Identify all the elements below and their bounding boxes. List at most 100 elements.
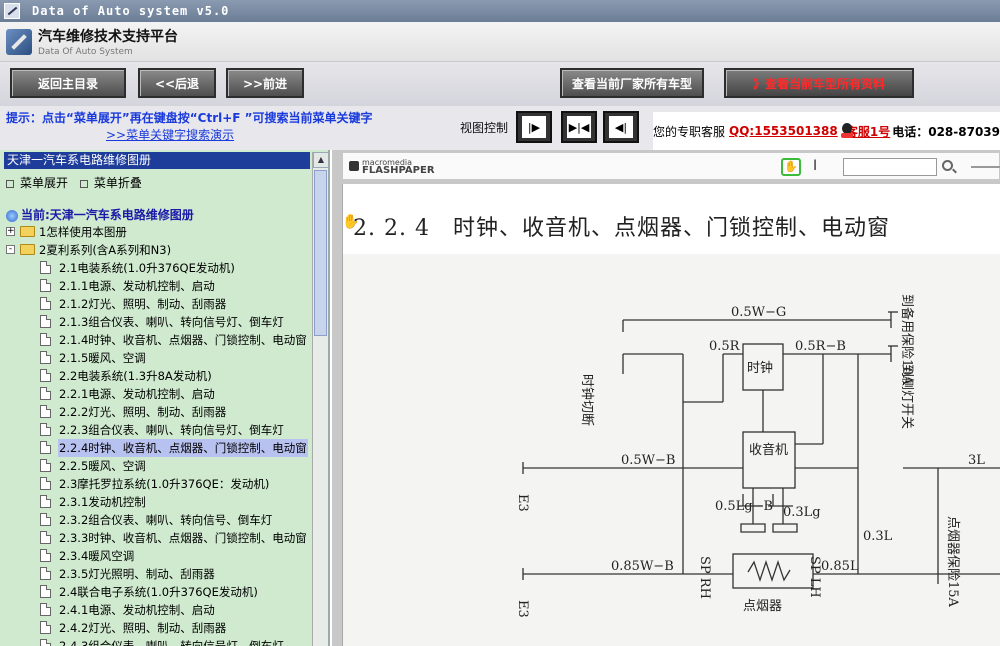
clock-switch-label: 时钟切断 <box>579 374 595 426</box>
tree-doc-item[interactable]: 2.4.1电源、发动机控制、启动 <box>6 601 312 619</box>
scroll-up-icon[interactable]: ▲ <box>313 152 328 168</box>
tree-doc-item[interactable]: 2.1.4时钟、收音机、点烟器、门锁控制、电动窗 <box>6 331 312 349</box>
tree-item-label: 2.1.3组合仪表、喇叭、转向信号灯、倒车灯 <box>59 315 284 329</box>
search-icon[interactable] <box>942 160 953 171</box>
document-page: 2. 2. 4 时钟、收音机、点烟器、门锁控制、电动窗 0.5W−G 0.5R … <box>342 184 1000 646</box>
ground-e3-b: E3 <box>515 600 530 618</box>
tree-doc-item[interactable]: 2.2.4时钟、收音机、点烟器、门锁控制、电动窗 <box>6 439 312 457</box>
document-icon <box>40 477 51 490</box>
tree-doc-item[interactable]: 2.3.5灯光照明、制动、刮雨器 <box>6 565 312 583</box>
forward-button[interactable]: >>前进 <box>226 68 304 98</box>
service-label: 您的专职客服 <box>653 124 726 139</box>
wrench-logo-icon <box>6 28 32 55</box>
tree-item-label: 2.2.5暖风、空调 <box>59 459 146 473</box>
wire-label-w3: 0.5R−B <box>795 339 846 354</box>
tree-folder-item[interactable]: +1怎样使用本图册 <box>6 223 312 241</box>
document-icon <box>40 585 51 598</box>
document-icon <box>40 351 51 364</box>
current-location: 当前:天津一汽车系电路维修图册 <box>6 206 194 223</box>
document-icon <box>40 603 51 616</box>
window-title: Data of Auto system v5.0 <box>32 4 230 18</box>
app-title: 汽车维修技术支持平台 <box>38 29 178 45</box>
folder-icon <box>20 226 35 237</box>
split-arrows-icon: ▶|◀ <box>567 116 591 138</box>
tree-item-label: 2.3.4暖风空调 <box>59 549 135 563</box>
back-button[interactable]: <<后退 <box>138 68 216 98</box>
wire-label-w2: 0.5R <box>709 339 741 354</box>
tree-doc-item[interactable]: 2.1.2灯光、照明、制动、刮雨器 <box>6 295 312 313</box>
expand-box-icon <box>6 179 14 188</box>
folder-icon <box>20 244 35 255</box>
wire-label-w5: 0.85W−B <box>611 559 674 574</box>
logo-bottom-text: FLASHPAPER <box>362 165 435 176</box>
document-icon <box>40 567 51 580</box>
menu-collapse-button[interactable]: 菜单折叠 <box>79 176 142 190</box>
tree-doc-item[interactable]: 2.4.3组合仪表、喇叭、转向信号灯、倒车灯 <box>6 637 312 646</box>
menu-expand-label: 菜单展开 <box>20 176 69 190</box>
tree-doc-item[interactable]: 2.2.5暖风、空调 <box>6 457 312 475</box>
search-hint: 提示：点击“菜单展开”再在键盘按“Ctrl+F ”可搜索当前菜单关键字 <box>6 111 373 125</box>
ground-e3-a: E3 <box>515 494 530 512</box>
wire-label-w1: 0.5W−G <box>731 305 786 320</box>
tree-doc-item[interactable]: 2.3.2组合仪表、喇叭、转向信号、倒车灯 <box>6 511 312 529</box>
tree-folder-item[interactable]: - 2夏利系列(含A系列和N3) <box>6 241 312 259</box>
tree-doc-item[interactable]: 2.3.3时钟、收音机、点烟器、门锁控制、电动窗 <box>6 529 312 547</box>
wiring-diagram-svg: 0.5W−G 0.5R 0.5R−B 0.5W−B 0.85W−B 0.85L … <box>515 294 1000 618</box>
catalog-tree: +1怎样使用本图册 - 2夏利系列(含A系列和N3) 2.1电装系统(1.0升376Q… <box>6 223 312 646</box>
tree-expand-icon[interactable]: + <box>6 227 15 236</box>
find-input[interactable] <box>843 158 937 176</box>
wire-label-w7: 0.3L <box>863 529 893 544</box>
tree-item-label: 2.4联合电子系统(1.0升376QE发动机) <box>59 585 258 599</box>
scrollbar-thumb[interactable] <box>314 170 327 336</box>
sidebar-scrollbar[interactable]: ▲ <box>312 152 328 646</box>
tree-item-label: 2.1.1电源、发动机控制、启动 <box>59 279 215 293</box>
tree-item-label: 2.3.2组合仪表、喇叭、转向信号、倒车灯 <box>59 513 273 527</box>
qq-penguin-icon[interactable] <box>839 122 854 140</box>
text-select-icon[interactable]: I <box>813 158 817 174</box>
tree-doc-item[interactable]: 2.2.2灯光、照明、制动、刮雨器 <box>6 403 312 421</box>
tree-doc-item[interactable]: 2.4联合电子系统(1.0升376QE发动机) <box>6 583 312 601</box>
tree-doc-item[interactable]: 2.2.1电源、发动机控制、启动 <box>6 385 312 403</box>
tree-doc-item[interactable]: 2.2.3组合仪表、喇叭、转向信号灯、倒车灯 <box>6 421 312 439</box>
document-icon <box>40 315 51 328</box>
search-demo-link[interactable]: >>菜单关键字搜索演示 <box>106 126 234 143</box>
all-models-button[interactable]: 查看当前厂家所有车型 <box>560 68 704 98</box>
view-split-button[interactable]: ▶|◀ <box>561 111 597 143</box>
wire-label-w6: 0.85L <box>821 559 859 574</box>
tree-doc-item[interactable]: 2.2电装系统(1.3升8A发动机) <box>6 367 312 385</box>
document-icon <box>40 621 51 634</box>
tree-item-label: 2.2.2灯光、照明、制动、刮雨器 <box>59 405 227 419</box>
hand-tool-icon[interactable]: ✋ <box>781 158 801 176</box>
sidebar-title: 天津一汽车系电路维修图册 <box>4 152 310 169</box>
tree-doc-item[interactable]: 2.3.1发动机控制 <box>6 493 312 511</box>
view-control-label: 视图控制 <box>460 121 509 135</box>
tree-item-label: 2.3.1发动机控制 <box>59 495 146 509</box>
tree-doc-item[interactable]: 2.4.2灯光、照明、制动、刮雨器 <box>6 619 312 637</box>
customer-service-bar: 您的专职客服 QQ:1553501388 客服1号 电话：028-87039 <box>653 112 1000 150</box>
view-expand-right-button[interactable]: |▶ <box>516 111 552 143</box>
tree-item-label: 2.2.4时钟、收音机、点烟器、门锁控制、电动窗 <box>58 439 308 457</box>
document-viewer: macromedia FLASHPAPER ✋ I 2. 2. 4 时钟、收音机、… <box>332 150 1000 646</box>
document-icon <box>40 369 51 382</box>
qq-link[interactable]: QQ:1553501388 <box>729 124 838 138</box>
all-data-button[interactable]: 》查看当前车型所有资料 <box>724 68 914 98</box>
menu-collapse-label: 菜单折叠 <box>93 176 142 190</box>
service-phone: 电话：028-87039 <box>892 124 1000 139</box>
document-icon <box>40 549 51 562</box>
tree-doc-item[interactable]: 2.3摩托罗拉系统(1.0升376QE：发动机) <box>6 475 312 493</box>
app-icon <box>4 3 20 19</box>
tree-item-label: 2.1.2灯光、照明、制动、刮雨器 <box>59 297 227 311</box>
tree-doc-item[interactable]: 2.3.4暖风空调 <box>6 547 312 565</box>
tree-collapse-icon[interactable]: - <box>6 245 15 254</box>
menu-expand-button[interactable]: 菜单展开 <box>6 176 68 190</box>
tree-item-label: 2夏利系列(含A系列和N3) <box>39 243 172 257</box>
zoom-slider[interactable] <box>971 166 1000 168</box>
document-icon <box>40 531 51 544</box>
document-icon <box>40 639 51 646</box>
tree-doc-item[interactable]: 2.1.3组合仪表、喇叭、转向信号灯、倒车灯 <box>6 313 312 331</box>
view-expand-left-button[interactable]: ◀| <box>603 111 639 143</box>
tree-doc-item[interactable]: 2.1.1电源、发动机控制、启动 <box>6 277 312 295</box>
tree-doc-item[interactable]: 2.1.5暖风、空调 <box>6 349 312 367</box>
home-button[interactable]: 返回主目录 <box>10 68 126 98</box>
tree-doc-item[interactable]: 2.1电装系统(1.0升376QE发动机) <box>6 259 312 277</box>
